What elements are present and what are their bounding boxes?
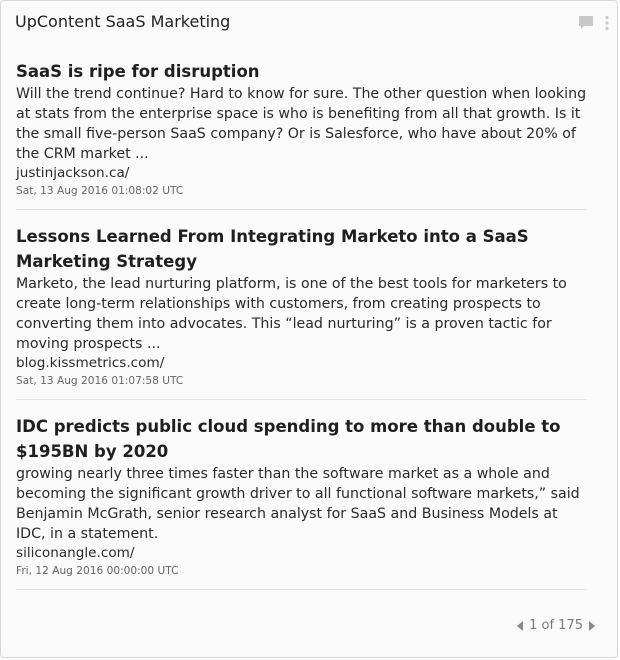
kebab-menu-icon[interactable] bbox=[604, 15, 610, 31]
article-source[interactable]: blog.kissmetrics.com/ bbox=[16, 354, 587, 372]
article-date: Sat, 13 Aug 2016 01:07:58 UTC bbox=[16, 375, 184, 387]
pagination: 1 of 175 bbox=[517, 618, 595, 633]
widget-header: UpContent SaaS Marketing bbox=[15, 11, 610, 35]
article-description: Will the trend continue? Hard to know fo… bbox=[16, 86, 587, 162]
article-source[interactable]: siliconangle.com/ bbox=[16, 544, 587, 562]
article-title[interactable]: Lessons Learned From Integrating Marketo… bbox=[16, 224, 587, 274]
article-date: Sat, 13 Aug 2016 01:08:02 UTC bbox=[16, 185, 184, 197]
article-description: growing nearly three times faster than t… bbox=[16, 466, 580, 542]
article-title[interactable]: IDC predicts public cloud spending to mo… bbox=[16, 414, 587, 464]
article-item: Lessons Learned From Integrating Marketo… bbox=[16, 224, 587, 400]
article-title[interactable]: SaaS is ripe for disruption bbox=[16, 59, 587, 84]
article-date: Fri, 12 Aug 2016 00:00:00 UTC bbox=[16, 565, 179, 577]
article-description: Marketo, the lead nurturing platform, is… bbox=[16, 276, 567, 352]
previous-page-icon[interactable] bbox=[517, 620, 524, 631]
news-widget: UpContent SaaS Marketing SaaS is ripe fo… bbox=[0, 0, 618, 658]
article-list: SaaS is ripe for disruption Will the tre… bbox=[16, 59, 587, 604]
comment-icon[interactable] bbox=[578, 15, 594, 31]
widget-title: UpContent SaaS Marketing bbox=[15, 12, 231, 31]
header-actions bbox=[578, 14, 610, 32]
next-page-icon[interactable] bbox=[589, 620, 595, 631]
article-item: SaaS is ripe for disruption Will the tre… bbox=[16, 59, 587, 210]
article-item: IDC predicts public cloud spending to mo… bbox=[16, 414, 587, 590]
page-indicator: 1 of 175 bbox=[529, 618, 583, 633]
article-source[interactable]: justinjackson.ca/ bbox=[16, 164, 587, 182]
